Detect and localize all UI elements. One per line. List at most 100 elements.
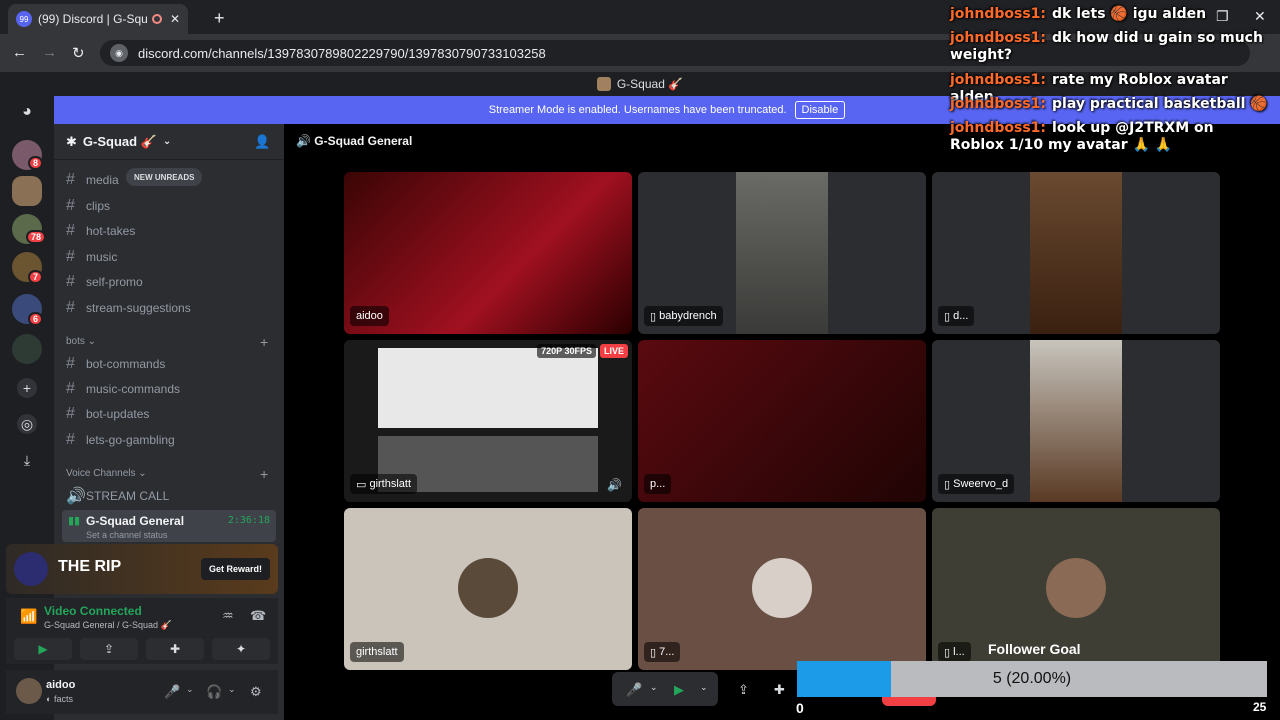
chat-username: johndboss1: (950, 120, 1047, 136)
channel-item[interactable]: # media (62, 168, 276, 192)
follower-goal-title: Follower Goal (988, 641, 1081, 657)
participant-name-text: d... (953, 310, 969, 322)
activities-button[interactable]: ✚ (146, 638, 204, 660)
voice-active-icon: ▮▮ (68, 515, 81, 527)
channel-name: self-promo (86, 275, 143, 289)
disconnect-icon[interactable]: ☎ (250, 608, 266, 624)
username: aidoo (46, 679, 76, 691)
channel-item[interactable]: # stream-suggestions (62, 296, 276, 320)
chevron-down-icon[interactable]: ⌄ (700, 682, 708, 693)
video-tile[interactable]: p... (638, 340, 926, 502)
add-server-icon[interactable]: + (17, 378, 37, 398)
screen-share-button[interactable]: ⇪ (80, 638, 138, 660)
category-bots[interactable]: bots ⌄ (66, 336, 96, 347)
server-badge: 7 (28, 270, 44, 284)
add-voice-channel-icon[interactable]: + (260, 466, 268, 482)
chat-username: johndboss1: (950, 72, 1047, 88)
channel-name: bot-commands (86, 357, 166, 371)
server-icon-active[interactable] (12, 176, 42, 206)
settings-gear-icon[interactable]: ⚙ (250, 684, 262, 700)
channel-name: clips (86, 199, 111, 213)
chevron-down-icon[interactable]: ⌄ (186, 684, 194, 695)
recording-icon (151, 14, 162, 24)
screen-share-tile[interactable]: 720P 30FPS LIVE ▭ girthslatt 🔊 (344, 340, 632, 502)
noise-suppression-icon[interactable]: ♒ (222, 608, 234, 624)
participant-name: ▯ l... (938, 642, 971, 662)
channel-name: media (86, 173, 119, 187)
site-info-icon[interactable]: ◉ (110, 44, 128, 62)
participant-name: girthslatt (350, 642, 404, 662)
channel-item[interactable]: # music (62, 245, 276, 269)
download-icon[interactable]: ⤓ (17, 450, 37, 470)
hash-icon: # (66, 299, 75, 316)
category-voice[interactable]: Voice Channels ⌄ (66, 468, 147, 479)
server-header[interactable]: ✱ G-Squad 🎸 ⌄ 👤 (54, 124, 284, 160)
browser-tab[interactable]: 99 (99) Discord | G-Squad Gen ✕ (8, 4, 188, 34)
channel-item[interactable]: # bot-commands (62, 352, 276, 376)
promo-brand: THE RIP (58, 558, 122, 575)
channel-name: lets-go-gambling (86, 433, 175, 447)
channel-status[interactable]: Set a channel status (86, 530, 168, 540)
add-channel-icon[interactable]: + (260, 334, 268, 350)
speaker-icon: 🔊 (66, 488, 86, 505)
chevron-down-icon[interactable]: ⌄ (228, 684, 236, 695)
microphone-icon[interactable]: 🎤 (626, 682, 642, 698)
new-tab-button[interactable]: + (214, 8, 225, 29)
avatar-tile[interactable]: girthslatt (344, 508, 632, 670)
chat-text: dk lets 🏀 igu alden (1052, 6, 1207, 22)
channel-item[interactable]: # clips (62, 194, 276, 218)
channel-item[interactable]: # self-promo (62, 270, 276, 294)
server-icon[interactable] (12, 334, 42, 364)
discord-home-icon[interactable]: ◕ (17, 102, 37, 122)
get-reward-button[interactable]: Get Reward! (200, 558, 270, 580)
close-tab-icon[interactable]: ✕ (170, 12, 180, 26)
avatar-tile[interactable]: ▯ 7... (638, 508, 926, 670)
camera-button[interactable]: ▶ (14, 638, 72, 660)
microphone-icon[interactable]: 🎤 (164, 684, 180, 700)
follower-goal-max: 25 (1253, 700, 1267, 714)
voice-channel-stream-call[interactable]: 🔊 STREAM CALL (62, 484, 276, 508)
promo-banner: THE RIP Get Reward! (6, 544, 278, 594)
participant-name: ▭ girthslatt (350, 474, 418, 494)
video-tile[interactable]: ▯ babydrench (638, 172, 926, 334)
server-badge: 8 (28, 156, 44, 170)
voice-channel-general[interactable]: ▮▮ G-Squad General 2:36:18 Set a channel… (62, 510, 276, 542)
camera-icon[interactable]: ▶ (674, 682, 684, 698)
add-member-icon[interactable]: 👤 (254, 134, 270, 150)
activities-icon[interactable]: ✚ (774, 682, 785, 698)
channel-item[interactable]: # bot-updates (62, 402, 276, 426)
video-tile[interactable]: ▯ Sweervo_d (932, 340, 1220, 502)
video-feed (1030, 340, 1122, 502)
reload-icon[interactable]: ↻ (72, 44, 85, 62)
chevron-down-icon[interactable]: ⌄ (650, 682, 658, 693)
volume-icon[interactable]: 🔊 (607, 478, 622, 492)
explore-icon[interactable]: ◎ (17, 414, 37, 434)
back-icon[interactable]: ← (12, 44, 27, 61)
channel-name: music (86, 250, 118, 264)
video-tile[interactable]: aidoo (344, 172, 632, 334)
channel-item[interactable]: # hot-takes (62, 219, 276, 243)
chat-message: johndboss1: play practical basketball 🏀 (950, 96, 1270, 113)
avatar (458, 558, 518, 618)
hash-icon: # (66, 222, 75, 239)
hash-icon: # (66, 431, 75, 448)
participant-name-text: girthslatt (369, 478, 412, 490)
forward-icon[interactable]: → (42, 44, 57, 61)
server-gear-icon: ✱ (66, 133, 77, 149)
channel-item[interactable]: # lets-go-gambling (62, 428, 276, 452)
video-feed (1030, 172, 1122, 334)
participant-name: p... (644, 474, 672, 494)
channel-item[interactable]: # music-commands (62, 377, 276, 401)
chat-username: johndboss1: (950, 6, 1047, 22)
participant-name-text: l... (953, 646, 965, 658)
headphones-icon[interactable]: 🎧 (206, 684, 222, 700)
avatar[interactable] (16, 678, 42, 704)
disable-button[interactable]: Disable (794, 101, 846, 119)
video-tile[interactable]: ▯ d... (932, 172, 1220, 334)
participant-name: ▯ Sweervo_d (938, 474, 1015, 494)
soundboard-button[interactable]: ✦ (212, 638, 270, 660)
main-header-title: G-Squad General (314, 134, 413, 148)
screen-share-icon[interactable]: ⇪ (738, 682, 749, 698)
tier-list-image (378, 348, 598, 428)
channel-name: G-Squad General (86, 514, 185, 528)
